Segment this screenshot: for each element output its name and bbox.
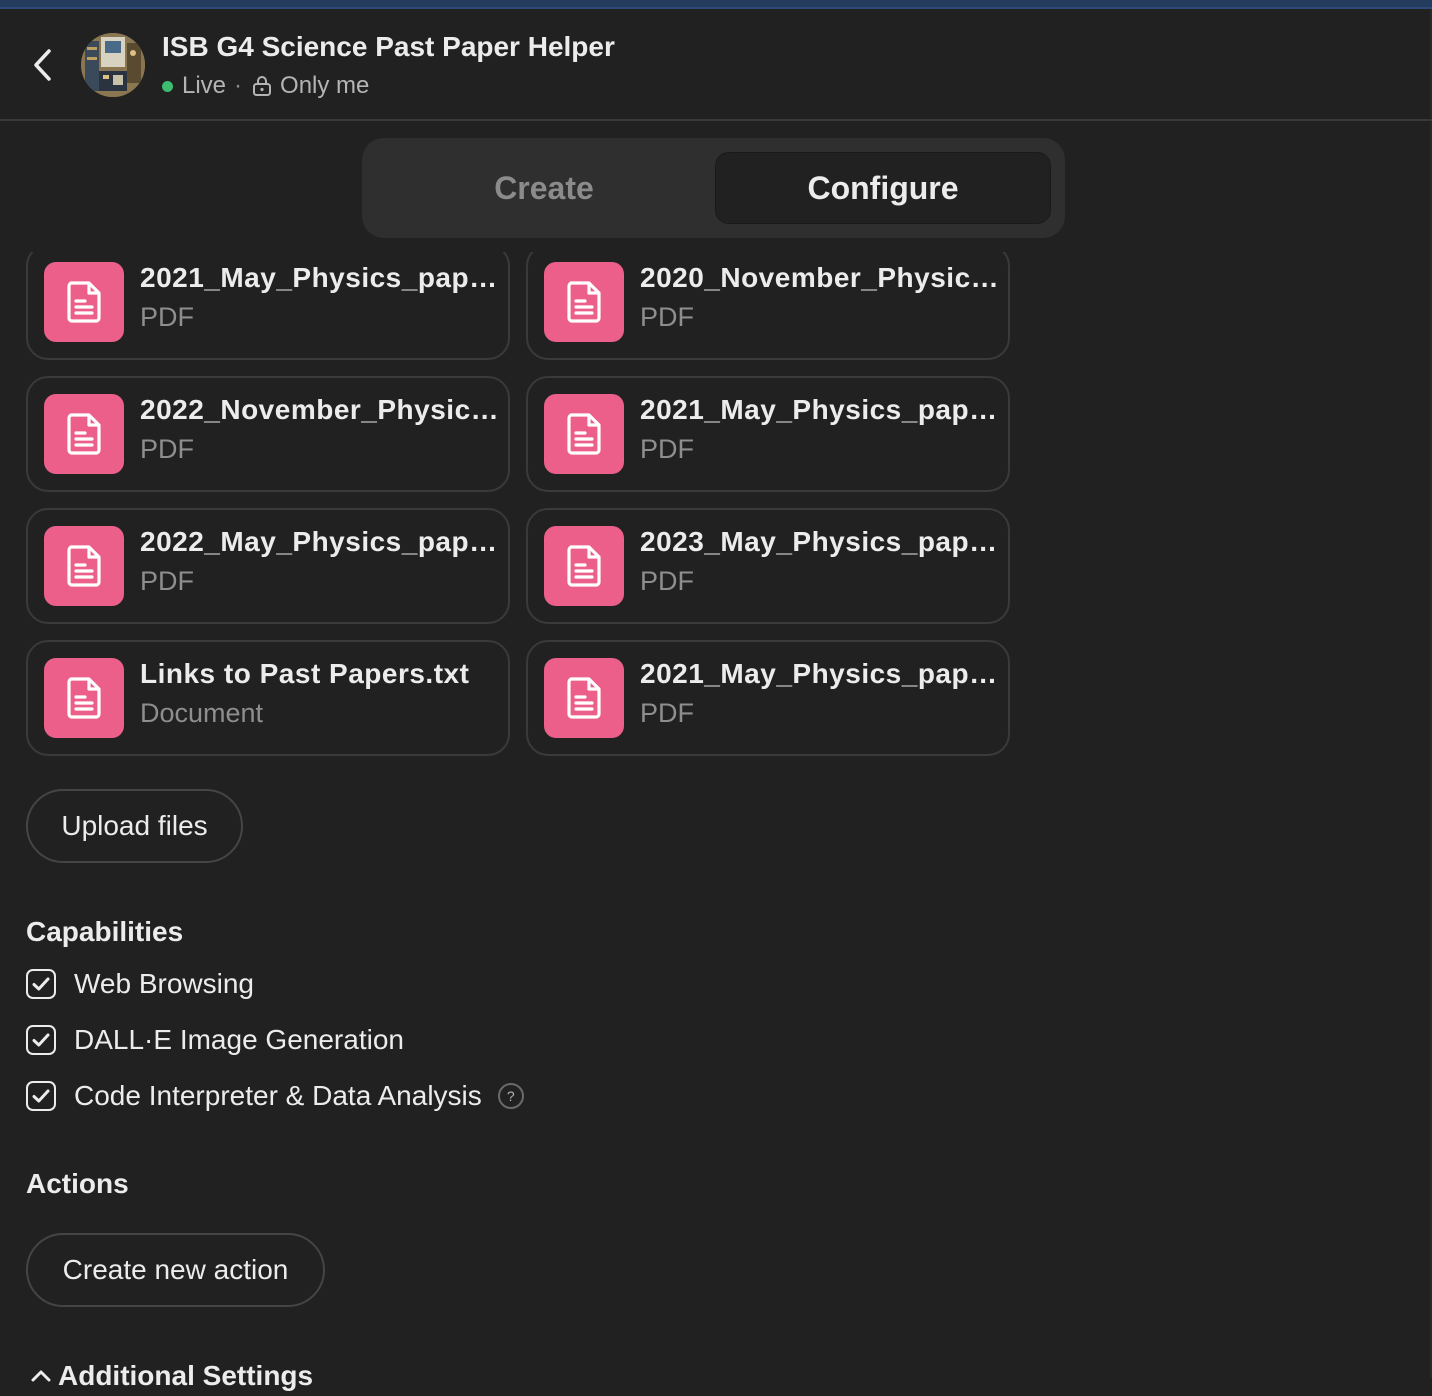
capability-dalle: DALL·E Image Generation — [26, 1022, 404, 1058]
document-icon — [544, 394, 624, 474]
capability-label: DALL·E Image Generation — [74, 1024, 404, 1055]
capabilities-heading: Capabilities — [26, 916, 184, 947]
file-type: PDF — [640, 302, 694, 332]
file-card[interactable]: 2022_May_Physics_paper... PDF — [26, 508, 510, 624]
web-browsing-checkbox[interactable] — [26, 969, 56, 999]
document-icon — [44, 526, 124, 606]
gpt-title: ISB G4 Science Past Paper Helper — [162, 31, 615, 62]
file-card[interactable]: 2021_May_Physics_paper... PDF — [526, 376, 1010, 492]
additional-settings-toggle[interactable]: Additional Settings — [30, 1356, 313, 1396]
check-icon — [32, 1033, 50, 1047]
file-name: Links to Past Papers.txt — [140, 658, 470, 689]
visibility-label: Only me — [280, 72, 370, 99]
document-icon — [44, 658, 124, 738]
document-icon — [44, 394, 124, 474]
file-card[interactable]: 2021_May_Physics_paper... PDF — [26, 252, 510, 360]
file-type: PDF — [140, 566, 194, 596]
capability-code-interpreter: Code Interpreter & Data Analysis ? — [26, 1078, 524, 1114]
file-card[interactable]: 2021_May_Physics_paper... PDF — [526, 640, 1010, 756]
separator: · — [234, 72, 243, 99]
file-type: PDF — [640, 698, 694, 728]
live-dot-icon — [162, 80, 173, 92]
file-card[interactable]: 2023_May_Physics_paper... PDF — [526, 508, 1010, 624]
chevron-left-icon[interactable] — [29, 45, 55, 85]
document-icon — [544, 526, 624, 606]
file-type: PDF — [640, 434, 694, 464]
capability-label: Code Interpreter & Data Analysis — [74, 1080, 482, 1111]
document-icon — [44, 262, 124, 342]
file-type: Document — [140, 698, 264, 728]
dalle-checkbox[interactable] — [26, 1025, 56, 1055]
file-card[interactable]: 2022_November_Physics... PDF — [26, 376, 510, 492]
file-name: 2020_November_Physics... — [640, 262, 1000, 293]
file-type: PDF — [640, 566, 694, 596]
actions-heading: Actions — [26, 1168, 129, 1199]
check-icon — [32, 977, 50, 991]
tab-create[interactable]: Create — [376, 152, 712, 224]
file-name: 2022_May_Physics_paper... — [140, 526, 500, 557]
file-card[interactable]: 2020_November_Physics... PDF — [526, 252, 1010, 360]
file-name: 2021_May_Physics_paper... — [640, 658, 1000, 689]
capability-label: Web Browsing — [74, 968, 255, 999]
window-top-strip — [0, 0, 1432, 9]
help-icon[interactable]: ? — [497, 1083, 524, 1109]
upload-files-button[interactable]: Upload files — [26, 789, 243, 863]
chevron-up-icon — [31, 1370, 51, 1382]
file-name: 2022_November_Physics... — [140, 394, 500, 425]
mode-tabs: Create Configure — [362, 138, 1065, 238]
knowledge-files: 2021_May_Physics_paper... PDF 2020_Novem… — [0, 252, 1432, 772]
create-new-action-button[interactable]: Create new action — [26, 1233, 325, 1307]
file-name: 2021_May_Physics_paper... — [640, 394, 1000, 425]
file-name: 2021_May_Physics_paper... — [140, 262, 500, 293]
file-card[interactable]: Links to Past Papers.txt Document — [26, 640, 510, 756]
additional-settings-label: Additional Settings — [58, 1360, 314, 1391]
document-icon — [544, 658, 624, 738]
code-interpreter-checkbox[interactable] — [26, 1081, 56, 1111]
capability-web-browsing: Web Browsing — [26, 966, 254, 1002]
tab-configure[interactable]: Configure — [715, 152, 1051, 224]
file-type: PDF — [140, 302, 194, 332]
status-label: Live — [182, 72, 227, 99]
avatar — [81, 33, 145, 97]
back-button[interactable] — [22, 43, 62, 87]
status-line: Live · Only me — [162, 71, 369, 101]
file-name: 2023_May_Physics_paper... — [640, 526, 1000, 557]
check-icon — [32, 1089, 50, 1103]
lock-icon — [252, 75, 272, 97]
document-icon — [544, 262, 624, 342]
file-type: PDF — [140, 434, 194, 464]
gpt-header: ISB G4 Science Past Paper Helper Live · … — [0, 9, 1432, 121]
